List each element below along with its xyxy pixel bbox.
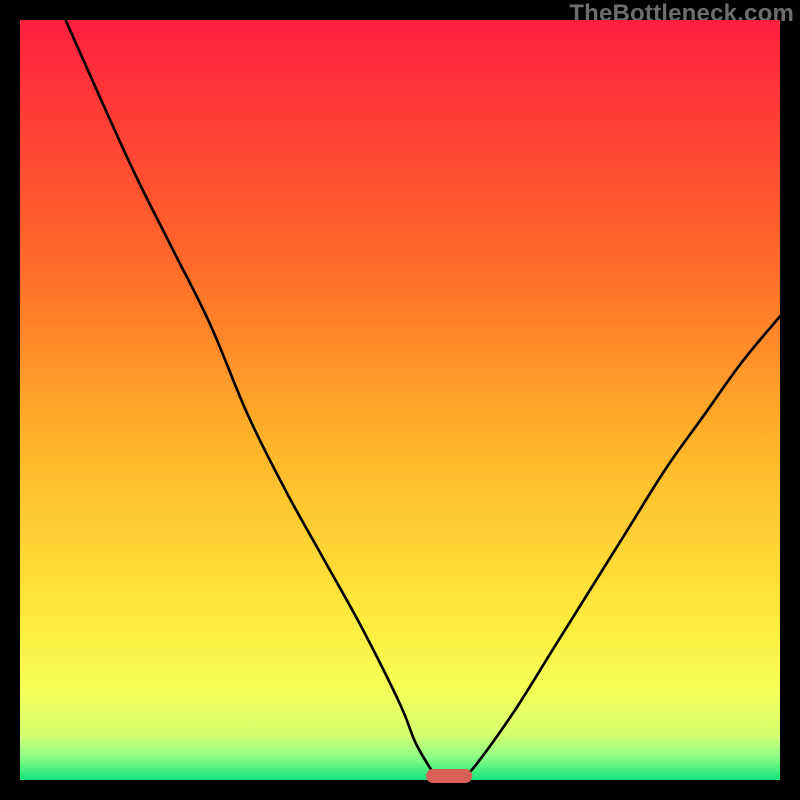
bottleneck-marker	[427, 769, 473, 783]
curve-layer	[20, 20, 780, 780]
curve-right-branch	[461, 316, 780, 780]
chart-frame: TheBottleneck.com	[0, 0, 800, 800]
curve-left-branch	[66, 20, 438, 780]
plot-area	[20, 20, 780, 780]
